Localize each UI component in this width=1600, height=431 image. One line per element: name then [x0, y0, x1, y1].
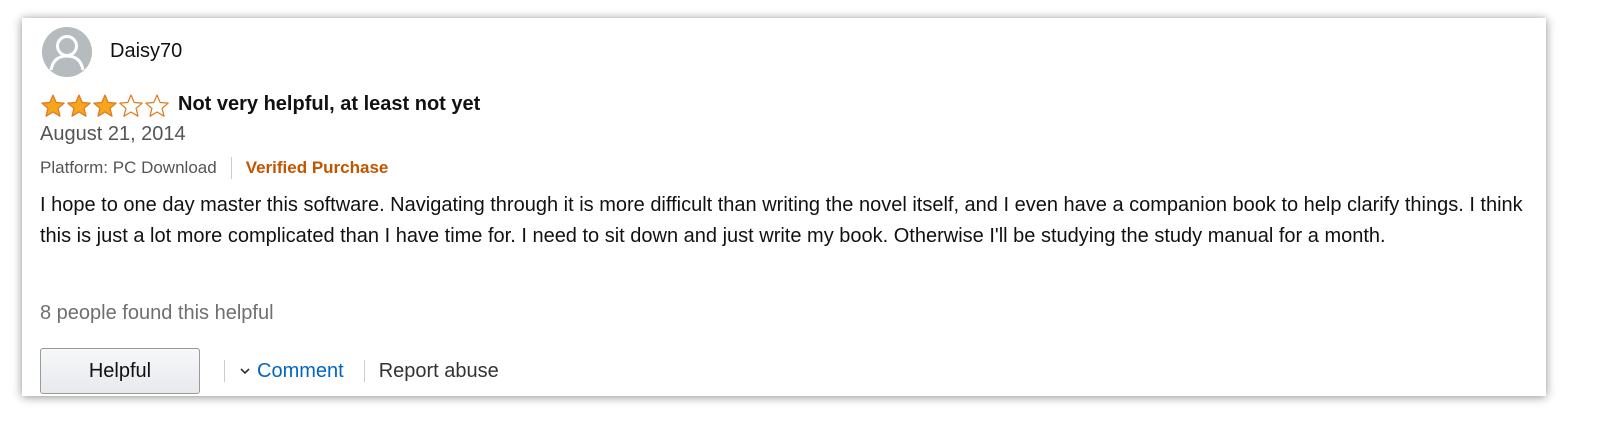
- avatar-silhouette: [42, 27, 92, 77]
- review-card: Daisy70 Not very helpful, at least not y…: [22, 18, 1546, 396]
- user-avatar-icon[interactable]: [42, 27, 92, 77]
- star-empty-icon: [119, 94, 143, 117]
- action-divider: [363, 360, 365, 382]
- comment-link[interactable]: Comment: [239, 360, 344, 383]
- star-filled-icon: [67, 94, 91, 117]
- verified-purchase-badge: Verified Purchase: [245, 158, 389, 177]
- review-title[interactable]: Not very helpful, at least not yet: [178, 93, 480, 116]
- comment-label: Comment: [257, 359, 344, 382]
- star-filled-icon: [93, 94, 117, 117]
- star-rating: [40, 93, 170, 119]
- report-abuse-link[interactable]: Report abuse: [379, 360, 499, 383]
- platform-label: Platform: PC Download: [40, 158, 217, 177]
- meta-divider: [230, 157, 232, 179]
- helpful-count: 8 people found this helpful: [40, 302, 274, 324]
- review-actions: Helpful Comment Report abuse: [40, 346, 499, 396]
- helpful-button[interactable]: Helpful: [40, 348, 200, 394]
- review-meta: Platform: PC Download Verified Purchase: [40, 157, 388, 179]
- star-empty-icon: [145, 94, 169, 117]
- action-divider: [224, 360, 225, 382]
- review-body: I hope to one day master this software. …: [40, 194, 1523, 247]
- reviewer-name[interactable]: Daisy70: [110, 40, 182, 63]
- chevron-down-icon: [240, 368, 250, 375]
- star-filled-icon: [41, 94, 65, 117]
- review-date: August 21, 2014: [40, 123, 186, 145]
